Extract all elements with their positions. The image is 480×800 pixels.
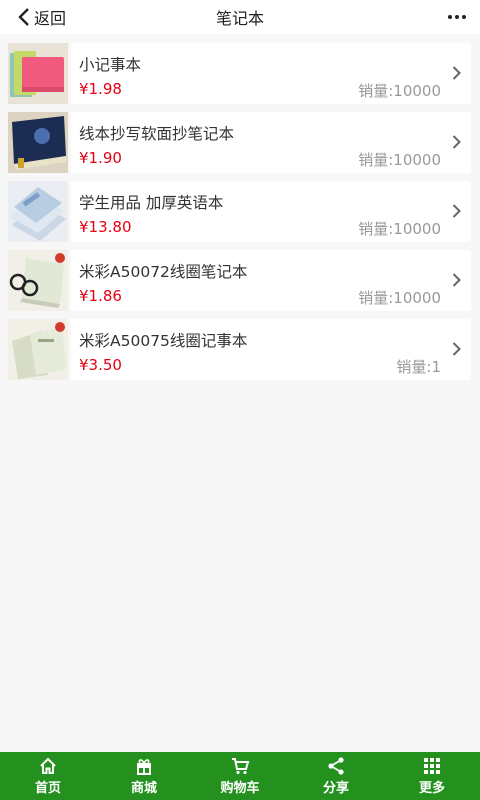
tab-home[interactable]: 首页: [0, 752, 96, 800]
chevron-left-icon: [18, 8, 29, 26]
home-icon: [40, 757, 56, 774]
product-image: [8, 319, 68, 380]
product-sales: 销量:10000: [358, 151, 441, 169]
chevron-right-icon: [452, 135, 461, 149]
product-name: 米彩A50072线圈笔记本: [79, 263, 248, 281]
bottom-tab-bar: 首页 商城 购物车 分享 更多: [0, 752, 480, 800]
chevron-right-icon: [452, 273, 461, 287]
tab-share[interactable]: 分享: [288, 752, 384, 800]
product-sales: 销量:10000: [358, 289, 441, 307]
product-item[interactable]: 线本抄写软面抄笔记本 ¥1.90 销量:10000: [8, 112, 471, 173]
chevron-right-icon: [452, 66, 461, 80]
product-name: 线本抄写软面抄笔记本: [79, 125, 235, 143]
tab-label: 更多: [418, 781, 445, 796]
product-image: [8, 181, 68, 242]
product-item[interactable]: 小记事本 ¥1.98 销量:10000: [8, 43, 471, 104]
product-price: ¥1.86: [79, 287, 122, 305]
product-image: [8, 43, 68, 104]
product-name: 学生用品 加厚英语本: [79, 194, 224, 212]
gift-icon: [137, 759, 151, 775]
cart-icon: [232, 758, 250, 775]
product-list: 小记事本 ¥1.98 销量:10000 线本抄写软面抄笔记本 ¥1.90 销量:…: [8, 43, 471, 388]
page-title: 笔记本: [215, 9, 264, 28]
product-info: 小记事本 ¥1.98 销量:10000: [71, 43, 471, 104]
product-info: 学生用品 加厚英语本 ¥13.80 销量:10000: [71, 181, 471, 242]
product-image: [8, 112, 68, 173]
product-sales: 销量:1: [396, 358, 441, 376]
product-info: 线本抄写软面抄笔记本 ¥1.90 销量:10000: [71, 112, 471, 173]
product-name: 米彩A50075线圈记事本: [79, 332, 248, 350]
tab-label: 首页: [34, 781, 61, 796]
more-menu-icon[interactable]: [448, 0, 466, 34]
tab-label: 商城: [130, 781, 157, 796]
top-bar: 返回 笔记本: [0, 0, 480, 34]
tab-more[interactable]: 更多: [384, 752, 480, 800]
tab-label: 分享: [322, 781, 349, 796]
share-icon: [328, 757, 344, 775]
product-info: 米彩A50075线圈记事本 ¥3.50 销量:1: [71, 319, 471, 380]
product-price: ¥1.98: [79, 80, 122, 98]
chevron-right-icon: [452, 342, 461, 356]
product-price: ¥3.50: [79, 356, 122, 374]
product-info: 米彩A50072线圈笔记本 ¥1.86 销量:10000: [71, 250, 471, 311]
tab-label: 购物车: [220, 781, 260, 796]
product-name: 小记事本: [79, 56, 142, 74]
chevron-right-icon: [452, 204, 461, 218]
tab-mall[interactable]: 商城: [96, 752, 192, 800]
product-item[interactable]: 学生用品 加厚英语本 ¥13.80 销量:10000: [8, 181, 471, 242]
back-label: 返回: [34, 9, 67, 28]
product-sales: 销量:10000: [358, 82, 441, 100]
product-image: [8, 250, 68, 311]
tab-cart[interactable]: 购物车: [192, 752, 288, 800]
back-button[interactable]: 返回: [18, 0, 66, 34]
product-item[interactable]: 米彩A50075线圈记事本 ¥3.50 销量:1: [8, 319, 471, 380]
product-price: ¥13.80: [79, 218, 132, 236]
product-sales: 销量:10000: [358, 220, 441, 238]
product-price: ¥1.90: [79, 149, 122, 167]
grid-icon: [424, 758, 440, 774]
product-item[interactable]: 米彩A50072线圈笔记本 ¥1.86 销量:10000: [8, 250, 471, 311]
